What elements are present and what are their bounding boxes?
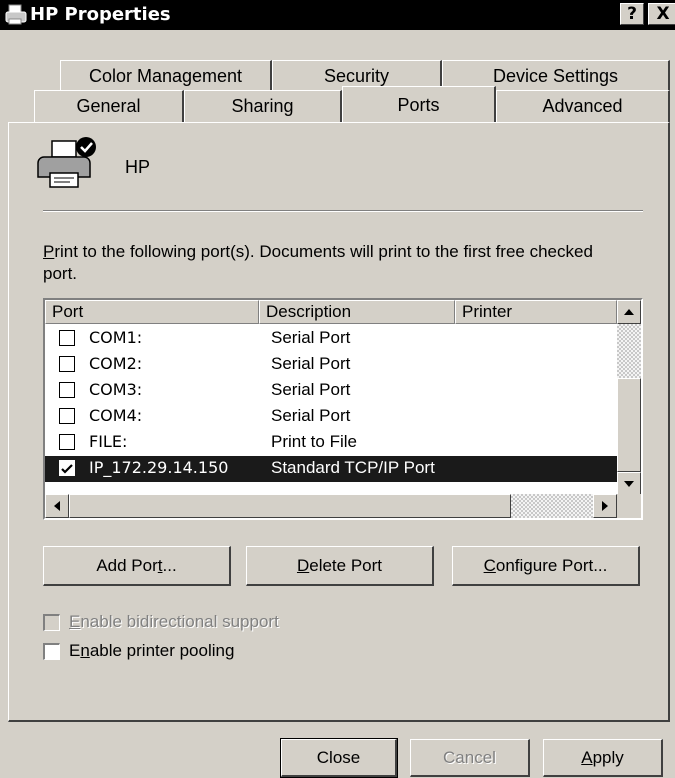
apply-button[interactable]: Apply xyxy=(543,739,663,777)
divider xyxy=(43,210,643,212)
horizontal-scrollbar[interactable] xyxy=(45,494,617,518)
port-checkbox[interactable] xyxy=(59,408,75,424)
scroll-thumb[interactable] xyxy=(617,378,641,472)
window-title: HP Properties xyxy=(30,4,171,25)
column-header-port[interactable]: Port xyxy=(45,300,259,324)
port-description: Standard TCP/IP Port xyxy=(271,458,435,477)
port-checkbox[interactable] xyxy=(59,330,75,346)
bidirectional-support-checkbox[interactable]: Enable bidirectional support xyxy=(43,612,343,636)
help-button[interactable]: ? xyxy=(620,3,644,25)
triangle-left-icon xyxy=(54,501,60,511)
check-mark-icon xyxy=(61,464,73,474)
port-name: FILE: xyxy=(89,432,128,451)
printer-properties-dialog: HP Properties ? X Color Management Secur… xyxy=(0,0,675,778)
instructions-text: Print to the following port(s). Document… xyxy=(43,242,593,283)
checkbox-box[interactable] xyxy=(43,643,60,660)
scroll-left-button[interactable] xyxy=(45,494,69,518)
port-row[interactable]: COM4: Serial Port xyxy=(45,404,617,430)
tab-advanced[interactable]: Advanced xyxy=(496,90,670,122)
printer-icon xyxy=(5,4,27,25)
triangle-down-icon xyxy=(624,481,634,487)
port-row-selected[interactable]: IP_172.29.14.150 Standard TCP/IP Port xyxy=(45,456,617,482)
scroll-track[interactable] xyxy=(511,494,593,518)
title-bar[interactable]: HP Properties ? X xyxy=(0,0,675,30)
port-list[interactable]: Port Description Printer COM1: Serial Po… xyxy=(43,298,643,520)
close-window-button[interactable]: X xyxy=(648,3,675,25)
add-port-button[interactable]: Add Port... xyxy=(43,546,231,586)
vertical-scrollbar[interactable] xyxy=(617,300,641,496)
scroll-right-button[interactable] xyxy=(593,494,617,518)
scroll-down-button[interactable] xyxy=(617,472,641,496)
tab-general[interactable]: General xyxy=(34,90,184,122)
port-checkbox-checked[interactable] xyxy=(59,460,75,476)
cancel-button[interactable]: Cancel xyxy=(410,739,530,777)
port-name: COM4: xyxy=(89,406,143,425)
configure-port-button[interactable]: Configure Port... xyxy=(452,546,640,586)
port-checkbox[interactable] xyxy=(59,356,75,372)
port-checkbox[interactable] xyxy=(59,434,75,450)
port-row[interactable]: COM3: Serial Port xyxy=(45,378,617,404)
delete-port-button[interactable]: Delete Port xyxy=(246,546,434,586)
triangle-up-icon xyxy=(624,309,634,315)
port-name: IP_172.29.14.150 xyxy=(89,458,229,477)
scroll-up-button[interactable] xyxy=(617,300,641,324)
scroll-corner xyxy=(617,494,641,518)
column-header-description[interactable]: Description xyxy=(259,300,455,324)
column-header-printer[interactable]: Printer xyxy=(455,300,617,324)
checkbox-box[interactable] xyxy=(43,614,60,631)
tab-ports[interactable]: Ports xyxy=(342,86,496,122)
port-description: Serial Port xyxy=(271,328,351,347)
port-name: COM2: xyxy=(89,354,143,373)
port-checkbox[interactable] xyxy=(59,382,75,398)
close-button[interactable]: Close xyxy=(280,738,398,778)
port-row[interactable]: COM1: Serial Port xyxy=(45,326,617,352)
printer-pooling-checkbox[interactable]: Enable printer pooling xyxy=(43,641,303,665)
printer-name: HP xyxy=(125,157,151,177)
port-name: COM1: xyxy=(89,328,143,347)
port-row[interactable]: COM2: Serial Port xyxy=(45,352,617,378)
port-row[interactable]: FILE: Print to File xyxy=(45,430,617,456)
port-description: Serial Port xyxy=(271,354,351,373)
triangle-right-icon xyxy=(602,501,608,511)
port-name: COM3: xyxy=(89,380,143,399)
port-description: Serial Port xyxy=(271,406,351,425)
port-description: Serial Port xyxy=(271,380,351,399)
tab-sharing[interactable]: Sharing xyxy=(184,90,342,122)
scroll-thumb[interactable] xyxy=(69,494,511,518)
tab-color-management[interactable]: Color Management xyxy=(60,60,272,92)
printer-icon xyxy=(37,137,96,188)
scroll-track[interactable] xyxy=(617,324,641,378)
port-description: Print to File xyxy=(271,432,357,451)
